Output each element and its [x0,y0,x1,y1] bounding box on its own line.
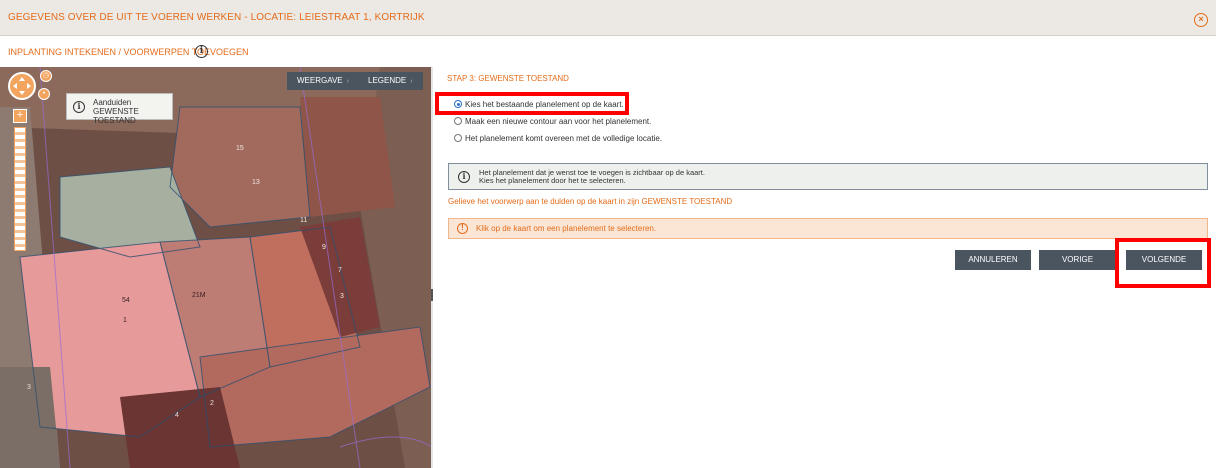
warning-box: ! Klik op de kaart om een planelement te… [448,218,1208,239]
info-box: i Het planelement dat je wenst toe te vo… [448,163,1208,190]
info-icon[interactable]: i [195,45,208,58]
sub-header: INPLANTING INTEKENEN / VOORWERPEN TOEVOE… [0,37,1216,67]
parcel-label: 21M [192,292,206,299]
zoom-in-icon[interactable]: + [13,109,27,123]
highlight-box [1115,238,1211,288]
splitter-handle[interactable] [431,289,433,301]
parcel-label: 7 [338,267,342,274]
history-icon[interactable]: ◷ [40,70,52,82]
instruction-text: Gelieve het voorwerp aan te dulden op de… [448,197,733,206]
parcel-label: 9 [322,244,326,251]
info-line-2: Kies het planelement door het te selecte… [479,176,626,185]
parcel-label: 13 [252,179,260,186]
previous-button[interactable]: VORIGE [1039,250,1116,270]
chevron-right-icon: › [410,78,413,85]
map-tooltip: i Aanduiden GEWENSTE TOESTAND [66,93,173,125]
chevron-right-icon: › [346,78,349,85]
pan-control-icon[interactable] [8,72,36,100]
warning-text: Klik op de kaart om een planelement te s… [476,224,657,233]
step-title: STAP 3: GEWENSTE TOESTAND [447,74,569,83]
option-label: Maak een nieuwe contour aan voor het pla… [465,117,652,126]
tooltip-line-1: Aanduiden [93,98,132,107]
parcel-label: 11 [300,217,308,224]
close-icon[interactable]: × [1194,13,1208,27]
tooltip-line-2: GEWENSTE TOESTAND [93,107,139,125]
legend-button[interactable]: LEGENDE › [358,72,423,90]
option-new-contour[interactable]: Maak een nieuwe contour aan voor het pla… [454,115,651,129]
option-label: Het planelement komt overeen met de voll… [465,134,662,143]
view-button-label: WEERGAVE [297,76,343,85]
breadcrumb: INPLANTING INTEKENEN / VOORWERPEN TOEVOE… [8,47,249,57]
radio[interactable] [454,117,462,125]
info-icon: i [73,101,85,113]
highlight-box [435,92,629,115]
parcel-label: 4 [175,412,179,419]
info-icon: i [458,171,470,183]
zoom-slider[interactable] [14,127,26,251]
parcel-label: 3 [340,293,344,300]
parcel-label: 1 [123,317,127,324]
cancel-button[interactable]: ANNULEREN [955,250,1031,270]
location-pin-icon[interactable]: • [38,88,50,100]
parcel-label: 15 [236,145,244,152]
parcel-label: 54 [122,297,130,304]
map-view[interactable]: 15 13 11 9 7 3 54 1 21M 4 2 3 WEERGAVE › … [0,67,432,468]
panel-splitter[interactable] [431,67,433,468]
legend-button-label: LEGENDE [368,76,407,85]
warning-icon: ! [457,223,468,234]
aerial-map[interactable] [0,67,432,468]
parcel-label: 2 [210,400,214,407]
step-panel: STAP 3: GEWENSTE TOESTAND Kies het besta… [435,67,1211,468]
radio[interactable] [454,134,462,142]
option-full-location[interactable]: Het planelement komt overeen met de voll… [454,132,662,146]
dialog-title: GEGEVENS OVER DE UIT TE VOEREN WERKEN - … [8,12,425,23]
dialog-header: GEGEVENS OVER DE UIT TE VOEREN WERKEN - … [0,0,1216,36]
parcel-label: 3 [27,384,31,391]
zoom-control[interactable]: + [13,109,27,251]
view-button[interactable]: WEERGAVE › [287,72,359,90]
